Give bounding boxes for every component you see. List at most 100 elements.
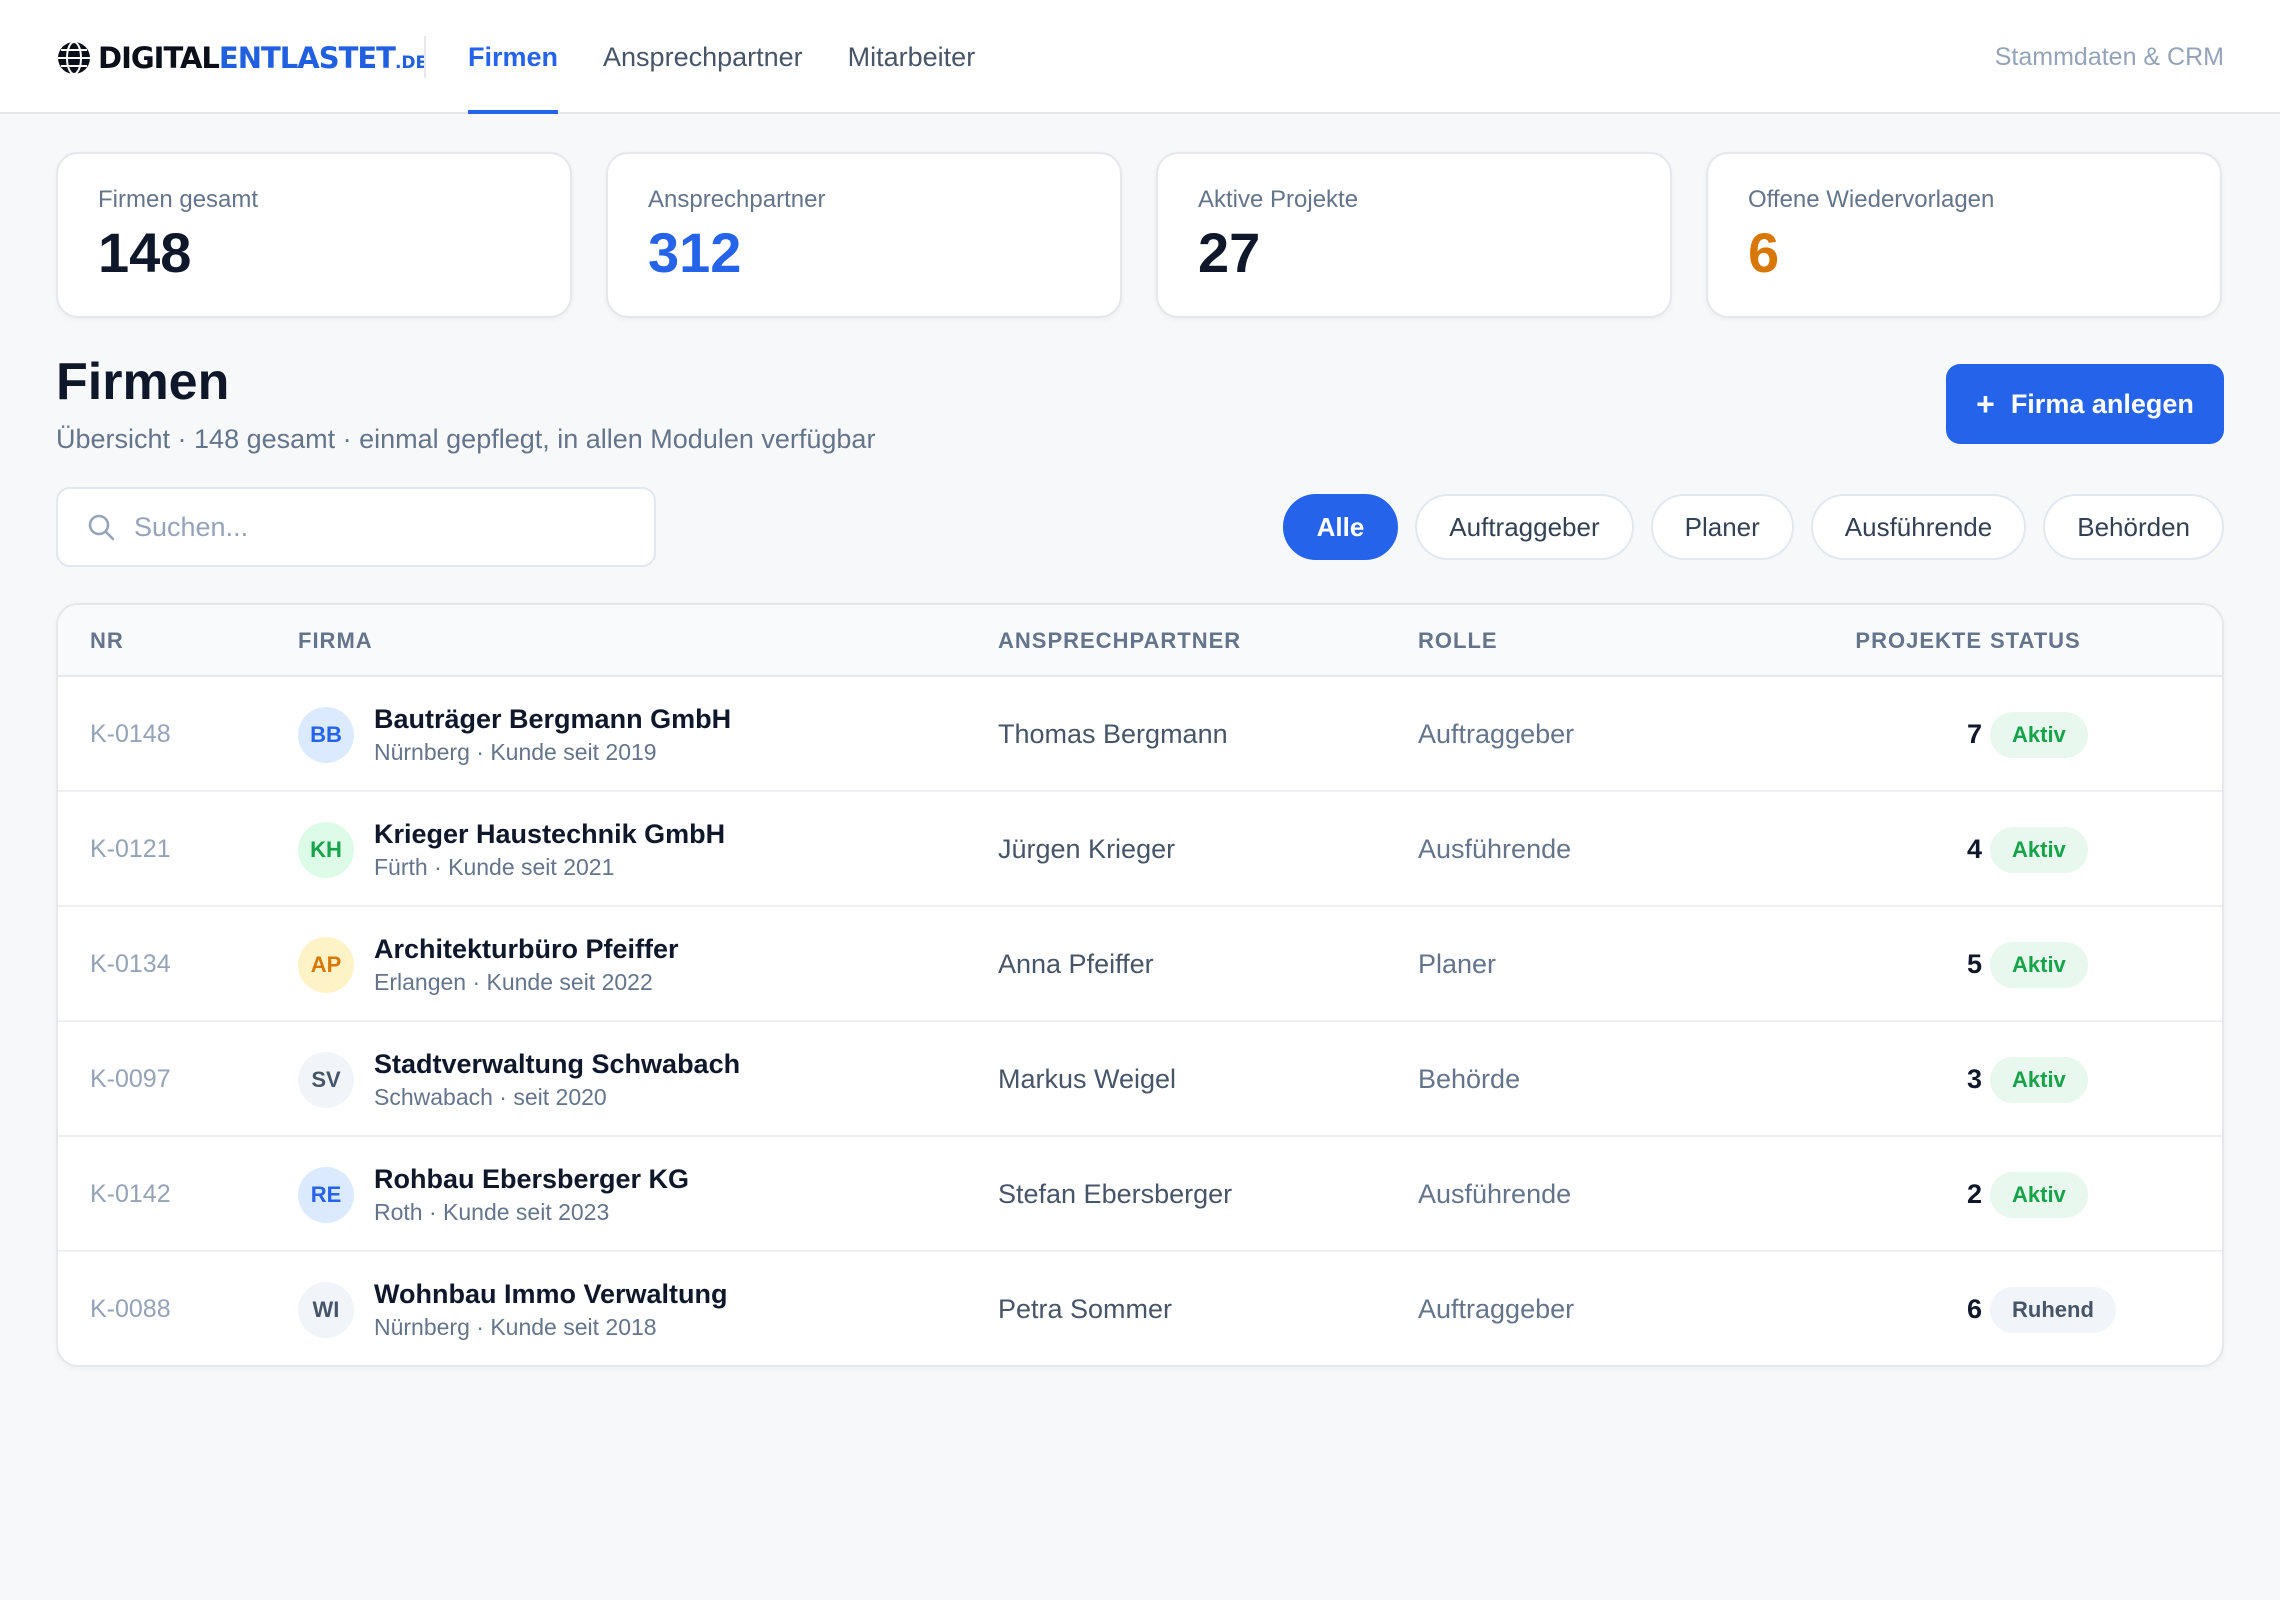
row-number: K-0142 <box>90 1180 171 1208</box>
row-contact: Thomas Bergmann <box>998 719 1228 749</box>
table-row[interactable]: K-0148 BB Bauträger Bergmann GmbH Nürnbe… <box>58 677 2222 792</box>
company-avatar: SV <box>298 1051 354 1108</box>
section-label: Stammdaten & CRM <box>1994 42 2224 71</box>
status-badge: Aktiv <box>1990 941 2088 988</box>
logo-text: DIGITALENTLASTET.DE <box>98 41 428 75</box>
status-badge: Aktiv <box>1990 826 2088 873</box>
company-meta: Erlangen · Kunde seit 2022 <box>374 968 653 995</box>
filter-alle[interactable]: Alle <box>1282 494 1399 560</box>
stat-value: 148 <box>98 221 192 284</box>
filter-pills: Alle Auftraggeber Planer Ausführende Beh… <box>1282 494 2224 560</box>
search-box[interactable] <box>56 487 656 567</box>
plus-icon: + <box>1976 386 1995 422</box>
logo[interactable]: DIGITALENTLASTET.DE <box>56 38 427 78</box>
row-number: K-0134 <box>90 950 171 978</box>
stat-card-projekte: Aktive Projekte 27 <box>1156 152 1672 318</box>
tab-mitarbeiter[interactable]: Mitarbeiter <box>848 0 976 114</box>
company-info: Architekturbüro Pfeiffer Erlangen · Kund… <box>374 934 679 996</box>
filter-auftraggeber[interactable]: Auftraggeber <box>1415 494 1634 560</box>
column-header-rolle[interactable]: ROLLE <box>1418 605 1498 677</box>
company-meta: Nürnberg · Kunde seit 2018 <box>374 1313 657 1340</box>
search-input[interactable] <box>134 511 614 543</box>
status-badge: Aktiv <box>1990 1056 2088 1103</box>
row-projects: 5 <box>1966 949 1982 979</box>
company-meta: Fürth · Kunde seit 2021 <box>374 853 615 880</box>
table-header: NR FIRMA ANSPRECHPARTNER ROLLE PROJEKTE … <box>58 605 2222 677</box>
stats-row: Firmen gesamt 148 Ansprechpartner 312 Ak… <box>56 152 2222 318</box>
row-status: Aktiv <box>1990 1137 2088 1252</box>
tab-firmen[interactable]: Firmen <box>468 0 559 114</box>
company-name: Wohnbau Immo Verwaltung <box>374 1278 728 1309</box>
row-role: Ausführende <box>1418 834 1572 864</box>
column-header-firma[interactable]: FIRMA <box>298 605 373 677</box>
company-info: Bauträger Bergmann GmbH Nürnberg · Kunde… <box>374 704 731 766</box>
column-header-projekte[interactable]: PROJEKTE <box>1738 605 1982 677</box>
row-company[interactable]: BB Bauträger Bergmann GmbH Nürnberg · Ku… <box>298 677 731 792</box>
row-company[interactable]: KH Krieger Haustechnik GmbH Fürth · Kund… <box>298 792 725 907</box>
company-info: Stadtverwaltung Schwabach Schwabach · se… <box>374 1049 740 1111</box>
row-number: K-0088 <box>90 1295 171 1323</box>
company-table: NR FIRMA ANSPRECHPARTNER ROLLE PROJEKTE … <box>56 603 2224 1367</box>
stat-label: Aktive Projekte <box>1198 186 1359 213</box>
row-company[interactable]: AP Architekturbüro Pfeiffer Erlangen · K… <box>298 907 679 1022</box>
stat-card-wiedervorlagen: Offene Wiedervorlagen 6 <box>1706 152 2222 318</box>
company-avatar: KH <box>298 821 354 878</box>
row-status: Ruhend <box>1990 1252 2116 1365</box>
table-row[interactable]: K-0097 SV Stadtverwaltung Schwabach Schw… <box>58 1022 2222 1137</box>
company-meta: Nürnberg · Kunde seit 2019 <box>374 738 657 765</box>
row-company[interactable]: SV Stadtverwaltung Schwabach Schwabach ·… <box>298 1022 740 1137</box>
row-projects: 4 <box>1966 834 1982 864</box>
company-avatar: AP <box>298 936 354 993</box>
row-contact: Petra Sommer <box>998 1294 1173 1324</box>
column-header-nr[interactable]: NR <box>90 605 124 677</box>
row-status: Aktiv <box>1990 1022 2088 1137</box>
stat-value: 6 <box>1748 221 1780 284</box>
company-name: Architekturbüro Pfeiffer <box>374 933 679 964</box>
add-company-button[interactable]: + Firma anlegen <box>1946 364 2224 444</box>
table-row[interactable]: K-0134 AP Architekturbüro Pfeiffer Erlan… <box>58 907 2222 1022</box>
table-row[interactable]: K-0121 KH Krieger Haustechnik GmbH Fürth… <box>58 792 2222 907</box>
top-bar: DIGITALENTLASTET.DE Firmen Ansprechpartn… <box>0 0 2280 114</box>
filter-behoerden[interactable]: Behörden <box>2043 494 2224 560</box>
company-name: Krieger Haustechnik GmbH <box>374 818 726 849</box>
row-company[interactable]: WI Wohnbau Immo Verwaltung Nürnberg · Ku… <box>298 1252 728 1365</box>
company-avatar: BB <box>298 706 354 763</box>
company-avatar: RE <box>298 1166 354 1223</box>
table-body: K-0148 BB Bauträger Bergmann GmbH Nürnbe… <box>58 677 2222 1365</box>
stat-card-ansprechpartner: Ansprechpartner 312 <box>606 152 1122 318</box>
row-contact: Anna Pfeiffer <box>998 949 1154 979</box>
row-projects: 3 <box>1966 1064 1982 1094</box>
row-number: K-0121 <box>90 835 171 863</box>
column-header-ansprechpartner[interactable]: ANSPRECHPARTNER <box>998 605 1241 677</box>
row-contact: Markus Weigel <box>998 1064 1177 1094</box>
row-projects: 2 <box>1966 1179 1982 1209</box>
row-number: K-0148 <box>90 720 171 748</box>
main-nav: Firmen Ansprechpartner Mitarbeiter <box>468 0 975 114</box>
table-row[interactable]: K-0088 WI Wohnbau Immo Verwaltung Nürnbe… <box>58 1252 2222 1365</box>
row-role: Auftraggeber <box>1418 719 1575 749</box>
status-badge: Aktiv <box>1990 711 2088 758</box>
tab-ansprechpartner[interactable]: Ansprechpartner <box>603 0 803 114</box>
globe-icon <box>58 41 90 75</box>
row-contact: Jürgen Krieger <box>998 834 1176 864</box>
company-avatar: WI <box>298 1281 354 1338</box>
row-company[interactable]: RE Rohbau Ebersberger KG Roth · Kunde se… <box>298 1137 689 1252</box>
row-role: Auftraggeber <box>1418 1294 1575 1324</box>
stat-label: Ansprechpartner <box>648 186 826 213</box>
stat-label: Firmen gesamt <box>98 186 259 213</box>
page-subtitle: Übersicht · 148 gesamt · einmal gepflegt… <box>56 424 876 454</box>
stat-card-firmen: Firmen gesamt 148 <box>56 152 572 318</box>
stat-value: 27 <box>1198 221 1261 284</box>
company-name: Rohbau Ebersberger KG <box>374 1163 690 1194</box>
filter-planer[interactable]: Planer <box>1650 494 1794 560</box>
table-row[interactable]: K-0142 RE Rohbau Ebersberger KG Roth · K… <box>58 1137 2222 1252</box>
company-name: Stadtverwaltung Schwabach <box>374 1048 741 1079</box>
filter-ausfuehrende[interactable]: Ausführende <box>1810 494 2027 560</box>
company-info: Wohnbau Immo Verwaltung Nürnberg · Kunde… <box>374 1279 728 1341</box>
row-status: Aktiv <box>1990 907 2088 1022</box>
company-meta: Roth · Kunde seit 2023 <box>374 1198 610 1225</box>
status-badge: Aktiv <box>1990 1171 2088 1218</box>
row-contact: Stefan Ebersberger <box>998 1179 1233 1209</box>
row-role: Behörde <box>1418 1064 1521 1094</box>
column-header-status[interactable]: STATUS <box>1990 605 2081 677</box>
